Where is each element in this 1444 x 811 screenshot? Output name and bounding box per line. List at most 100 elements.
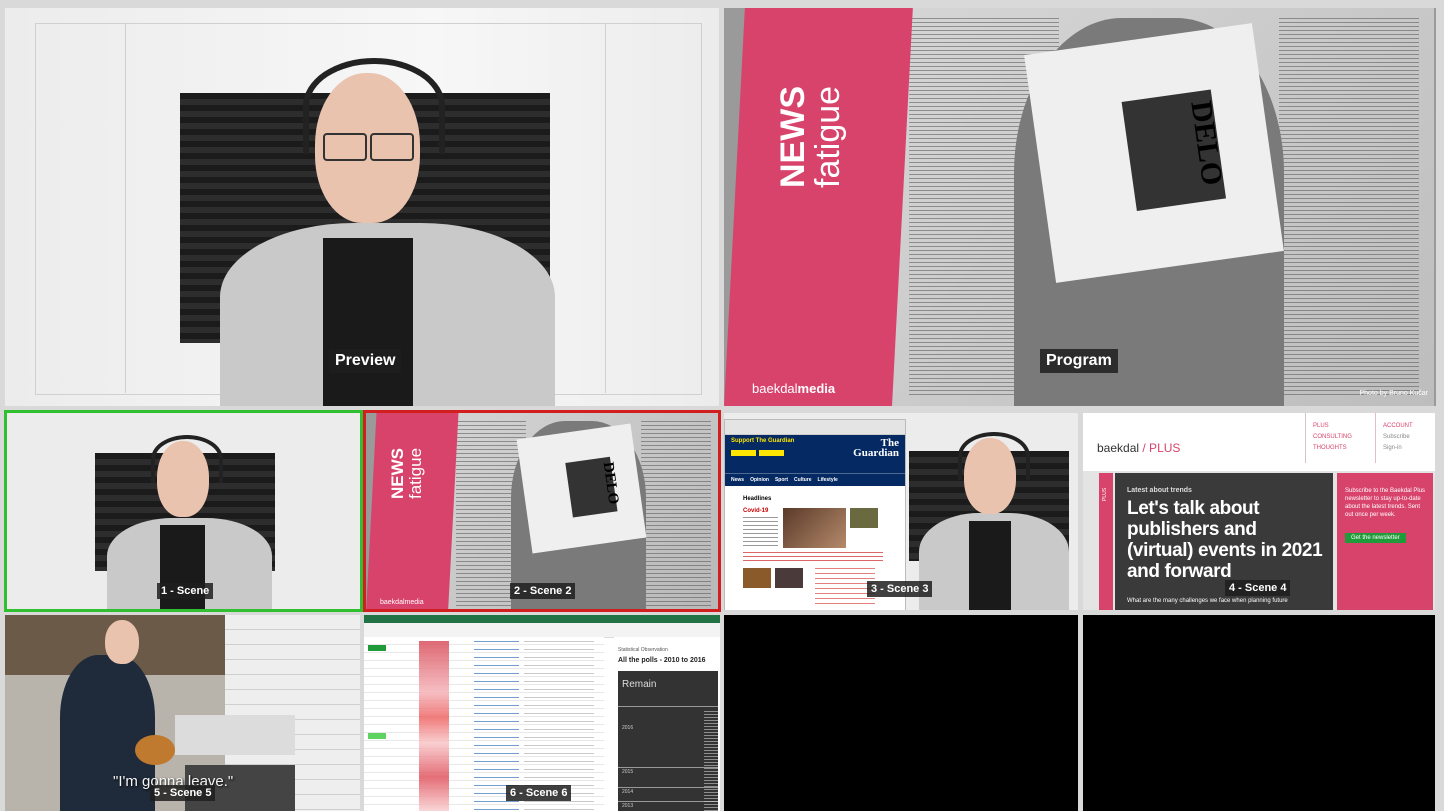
nav-lifestyle[interactable]: Lifestyle xyxy=(818,477,838,483)
chart-divider xyxy=(618,801,718,802)
scene-6-label: 6 - Scene 6 xyxy=(506,785,572,801)
article-photo[interactable] xyxy=(850,508,878,528)
newspaper-text xyxy=(641,421,711,606)
newsletter-panel: Subscribe to the Baekdal Plus newsletter… xyxy=(1337,473,1433,610)
headphones-icon xyxy=(958,432,1030,480)
second-person xyxy=(135,735,175,765)
nav-opinion[interactable]: Opinion xyxy=(750,477,769,483)
nav-culture[interactable]: Culture xyxy=(794,477,812,483)
counter xyxy=(175,715,295,755)
chart-divider xyxy=(618,767,718,768)
get-newsletter-button[interactable]: Get the newsletter xyxy=(1345,533,1406,543)
excel-ribbon xyxy=(364,623,720,638)
cell-highlight xyxy=(368,645,386,651)
scene-6-tile[interactable]: Statistical Observation All the polls - … xyxy=(364,615,720,811)
baekdal-plus-logo[interactable]: baekdal / PLUS xyxy=(1097,441,1180,455)
scene-1-label: 1 - Scene xyxy=(157,583,214,599)
fatigue-word: fatigue xyxy=(809,85,847,188)
nav-col-1: PLUS CONSULTING THOUGHTS xyxy=(1313,421,1352,454)
brand-prefix: baekdal xyxy=(752,381,798,396)
plus-tag: PLUS xyxy=(1102,487,1108,501)
glasses xyxy=(370,133,414,161)
year-label: 2016 xyxy=(622,725,634,731)
headphones-icon xyxy=(151,435,223,483)
scene-3-tile[interactable]: Support The Guardian The Guardian News O… xyxy=(724,413,1078,610)
guide-line xyxy=(125,23,126,393)
article-photo[interactable] xyxy=(743,568,771,588)
brand-panel xyxy=(366,413,459,609)
excel-titlebar xyxy=(364,615,720,623)
scene-3-label: 3 - Scene 3 xyxy=(867,581,933,597)
glasses xyxy=(323,133,367,161)
article-text xyxy=(815,568,875,608)
article-text xyxy=(743,517,778,547)
chart-title: All the polls - 2010 to 2016 xyxy=(618,657,706,664)
nav-subscribe[interactable]: Subscribe xyxy=(1383,432,1413,443)
year-label: 2013 xyxy=(622,803,634,809)
guardian-logo: The Guardian xyxy=(853,438,899,459)
scene-4-label: 4 - Scene 4 xyxy=(1225,580,1291,596)
nav-news[interactable]: News xyxy=(731,477,744,483)
brand-logo: baekdalmedia xyxy=(752,381,835,396)
person-head xyxy=(105,620,139,664)
scene-slot-7[interactable] xyxy=(724,615,1078,811)
photo-credit: Photo by Bruno Kučar xyxy=(1359,390,1429,397)
hero-card[interactable]: Latest about trends Let's talk about pub… xyxy=(1115,473,1333,610)
nav-account: ACCOUNT xyxy=(1383,423,1413,429)
scene-4-tile[interactable]: baekdal / PLUS PLUS CONSULTING THOUGHTS … xyxy=(1083,413,1435,610)
cell-highlight xyxy=(368,733,386,739)
chart-divider xyxy=(618,706,718,707)
guide-line xyxy=(605,23,606,393)
logo-right: / PLUS xyxy=(1142,441,1181,455)
newspaper-over-face: DELO xyxy=(516,423,647,554)
article-photo[interactable] xyxy=(783,508,846,548)
article-text xyxy=(743,552,883,564)
scene-1-tile[interactable]: 1 - Scene xyxy=(4,410,363,612)
nav-sign-in[interactable]: Sign-in xyxy=(1383,443,1413,454)
heatmap-column xyxy=(419,641,449,811)
headline-lead[interactable]: Covid-19 xyxy=(743,508,768,514)
nav-plus[interactable]: PLUS xyxy=(1313,421,1352,432)
subhead: What are the many challenges we face whe… xyxy=(1127,598,1288,604)
chart-panel: Statistical Observation All the polls - … xyxy=(614,637,720,811)
nav-col-2: ACCOUNT Subscribe Sign-in xyxy=(1383,421,1413,454)
newspaper-over-face: DELO xyxy=(1024,23,1284,283)
kicker: Latest about trends xyxy=(1127,487,1192,494)
scene-2-label: 2 - Scene 2 xyxy=(510,583,576,599)
person-shirt xyxy=(323,238,413,406)
fatigue-word: fatigue xyxy=(406,447,425,499)
logo-line: Guardian xyxy=(853,447,899,459)
preview-monitor[interactable]: Preview xyxy=(5,8,719,406)
scene-5-label: 5 - Scene 5 xyxy=(150,785,216,801)
plus-side-tab: PLUS xyxy=(1099,473,1113,610)
poll-bars xyxy=(704,711,718,811)
brand-logo: baekdalmedia xyxy=(380,599,424,606)
guardian-header: Support The Guardian The Guardian xyxy=(725,435,905,473)
nav-thoughts[interactable]: THOUGHTS xyxy=(1313,443,1352,454)
browser-toolbar xyxy=(725,420,905,435)
poll-chart: Remain 2016 2015 2014 2013 xyxy=(618,671,718,811)
year-label: 2015 xyxy=(622,769,634,775)
support-button[interactable] xyxy=(731,450,756,456)
nav-consulting[interactable]: CONSULTING xyxy=(1313,432,1352,443)
nav-divider xyxy=(1375,413,1376,463)
scene-2-tile[interactable]: DELO NEWS fatigue baekdalmedia 2 - Scene… xyxy=(363,410,721,612)
subscribe-button[interactable] xyxy=(759,450,784,456)
preview-label: Preview xyxy=(329,349,402,373)
news-word: NEWS xyxy=(388,448,407,499)
headline: Let's talk about publishers and (virtual… xyxy=(1127,498,1323,582)
remain-label: Remain xyxy=(622,679,657,690)
article-photo[interactable] xyxy=(775,568,803,588)
guardian-nav: News Opinion Sport Culture Lifestyle xyxy=(725,473,905,486)
scene-slot-8[interactable] xyxy=(1083,615,1435,811)
newspaper-text xyxy=(1279,18,1419,398)
program-monitor[interactable]: DELO NEWS fatigue baekdalmedia Photo by … xyxy=(724,8,1436,406)
program-label: Program xyxy=(1040,349,1118,373)
banner-title: Support The Guardian xyxy=(731,438,795,444)
year-label: 2014 xyxy=(622,789,634,795)
nav-sport[interactable]: Sport xyxy=(775,477,788,483)
chart-subtitle: Statistical Observation xyxy=(618,647,668,653)
headlines-heading: Headlines xyxy=(743,496,772,502)
newsletter-text: Subscribe to the Baekdal Plus newsletter… xyxy=(1345,488,1426,518)
scene-5-tile[interactable]: "I'm gonna leave." 5 - Scene 5 xyxy=(5,615,360,811)
